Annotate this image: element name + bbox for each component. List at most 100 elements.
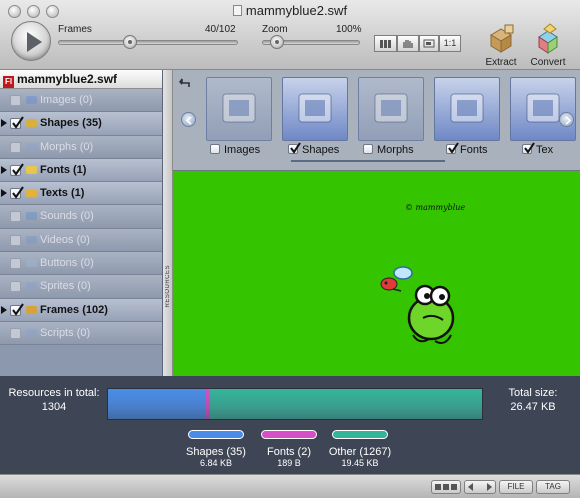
tag-view-toggle[interactable] [464,480,496,494]
resource-thumb-tex[interactable] [510,77,576,141]
include-checkbox[interactable] [10,95,21,106]
include-checkbox[interactable] [10,141,21,153]
frames-slider[interactable] [58,40,238,45]
disclosure-triangle-icon[interactable] [1,165,7,174]
window-title: mammyblue2.swf [0,3,580,18]
include-checkbox[interactable] [10,327,21,339]
file-view-button[interactable]: FILE [499,480,533,494]
convert-button[interactable]: Convert [523,21,573,68]
sidebar-item-shapes[interactable]: Shapes (35) [0,112,162,136]
resource-type-browser: Images Shapes Morphs Fonts Tex [173,70,580,171]
resources-sidebar: Fl mammyblue2.swf Images (0) Shapes (35) Mo… [0,70,163,376]
extract-label: Extract [485,57,517,68]
legend-size: 19.45 KB [341,458,379,468]
resource-type-label-fonts[interactable]: Fonts [446,142,488,156]
back-icon[interactable] [178,76,192,90]
disclosure-triangle-icon[interactable] [1,189,7,198]
fit-window-icon [423,39,435,48]
splitter-label: RESOURCES [165,265,171,308]
sidebar-item-frames[interactable]: Frames (102) [0,298,162,322]
status-footer: FILE TAG [0,474,580,498]
include-checkbox[interactable] [10,163,24,176]
total-size-value: 26.47 KB [510,401,556,413]
checkmark-icon [12,163,24,176]
resource-thumb-shapes[interactable] [282,77,348,141]
sidebar-item-sounds[interactable]: Sounds (0) [0,205,162,229]
play-button[interactable] [11,21,51,61]
stage-preview[interactable]: © mammyblue [173,171,580,376]
window-title-text: mammyblue2.swf [245,3,348,18]
sidebar-item-sprites[interactable]: Sprites (0) [0,275,162,299]
zoom-slider-knob[interactable] [270,35,285,49]
sidebar-item-label: Morphs (0) [40,140,94,153]
scroll-left-button[interactable] [181,112,196,127]
include-checkbox[interactable] [10,186,24,200]
columns-icon [380,40,391,48]
checkmark-icon [12,303,24,316]
sidebar-item-scripts[interactable]: Scripts (0) [0,321,162,346]
resource-type-label-shapes[interactable]: Shapes [288,142,339,156]
resource-list: Images (0) Shapes (35) Morphs (0) Fonts (1)… [0,89,162,346]
sidebar-item-label: Buttons (0) [40,257,94,270]
frame-icon [26,305,37,314]
extract-button[interactable]: Extract [476,21,526,68]
legend-size: 6.84 KB [199,458,233,468]
sidebar-splitter[interactable]: RESOURCES [163,70,173,376]
sidebar-item-label: Fonts (1) [40,163,87,176]
resource-thumb-morphs[interactable] [358,77,424,141]
extract-icon [490,24,514,53]
morphs-type-icon [374,93,408,123]
include-checkbox[interactable] [10,211,21,223]
play-icon [27,32,42,52]
sidebar-item-images[interactable]: Images (0) [0,89,162,113]
shapes-icon [26,119,37,128]
resource-type-checkbox[interactable] [522,142,535,154]
fit-window-button[interactable] [419,35,439,52]
resource-type-label-tex[interactable]: Tex [522,142,554,156]
size-segment-other [209,389,482,419]
checkmark-icon [12,116,24,130]
actual-size-button[interactable]: 1:1 [439,35,461,52]
include-checkbox[interactable] [10,258,21,270]
resource-thumb-images[interactable] [206,77,272,141]
sidebar-item-buttons[interactable]: Buttons (0) [0,252,162,276]
arrows-icon [468,483,492,491]
sidebar-item-label: Shapes (35) [40,117,102,130]
resource-type-label-images[interactable]: Images [210,144,260,156]
include-checkbox[interactable] [10,281,21,293]
include-checkbox[interactable] [10,234,21,246]
hand-tool-button[interactable] [397,35,419,52]
page-nav-buttons[interactable] [431,480,461,494]
tag-view-button[interactable]: TAG [536,480,570,494]
total-size-label: Total size: [508,387,558,399]
include-checkbox[interactable] [10,303,24,316]
hand-icon [403,40,413,48]
scroll-right-button[interactable] [559,112,574,127]
include-checkbox[interactable] [10,116,24,130]
chevron-left-icon [185,116,192,125]
resource-type-checkbox[interactable] [446,142,459,154]
resource-type-text: Tex [536,144,554,156]
disclosure-triangle-icon[interactable] [1,305,7,314]
legend-name: Fonts (2) [266,446,311,458]
frames-label: Frames [58,24,92,35]
sidebar-item-texts[interactable]: Texts (1) [0,182,162,206]
frames-slider-knob[interactable] [122,35,137,49]
sidebar-item-morphs[interactable]: Morphs (0) [0,135,162,159]
zoom-value: 100% [336,24,362,35]
tex-type-icon [526,93,560,123]
columns-view-button[interactable] [374,35,397,52]
statistics-panel: Resources in total: 1304 Total size: 26.… [0,376,580,474]
resource-type-checkbox[interactable] [363,144,373,154]
resource-type-label-morphs[interactable]: Morphs [363,144,414,156]
resource-type-checkbox[interactable] [288,142,301,154]
resource-thumb-fonts[interactable] [434,77,500,141]
resource-type-checkbox[interactable] [210,144,220,154]
file-button-label: FILE [507,482,525,491]
disclosure-triangle-icon[interactable] [1,119,7,128]
sidebar-item-videos[interactable]: Videos (0) [0,228,162,253]
video-icon [26,235,37,244]
sidebar-file-header[interactable]: Fl mammyblue2.swf [0,70,162,89]
sidebar-item-fonts[interactable]: Fonts (1) [0,158,162,183]
sidebar-file-name: mammyblue2.swf [17,72,118,86]
